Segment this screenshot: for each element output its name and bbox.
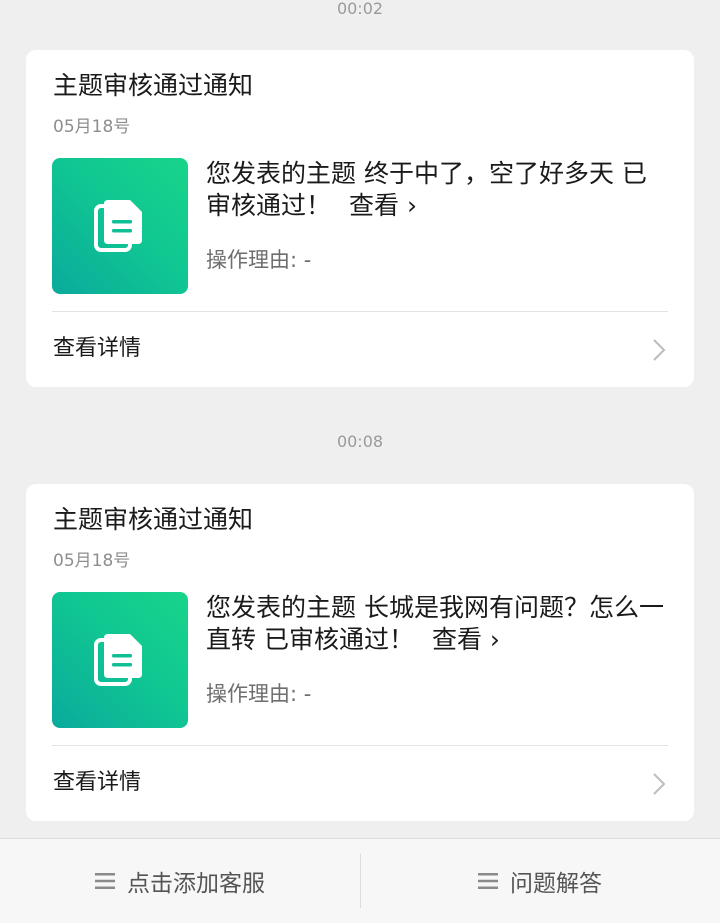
view-details-button[interactable]: 查看详情 xyxy=(26,746,694,821)
card-date: 05月18号 xyxy=(53,551,131,571)
card-message: 您发表的主题 长城是我网有问题？怎么一直转 已审核通过！ 查看 › xyxy=(206,592,666,656)
thumbnail[interactable] xyxy=(52,592,188,728)
card-title: 主题审核通过通知 xyxy=(53,71,254,100)
timestamp: 00:08 xyxy=(336,432,384,451)
view-details-label: 查看详情 xyxy=(53,770,142,795)
document-icon xyxy=(94,634,142,686)
add-customer-service-label: 点击添加客服 xyxy=(127,871,265,897)
card-title: 主题审核通过通知 xyxy=(53,505,254,534)
timestamp: 00:02 xyxy=(336,0,384,18)
reason-text: 操作理由: - xyxy=(206,682,312,706)
notification-card: 主题审核通过通知 05月18号 您发表的主题 长城是我网有问题？怎么一直转 已审… xyxy=(26,484,694,821)
card-message: 您发表的主题 终于中了，空了好多天 已审核通过！ 查看 › xyxy=(206,158,666,222)
menu-icon xyxy=(95,873,115,889)
view-link[interactable]: 查看 › xyxy=(432,625,500,654)
view-link[interactable]: 查看 › xyxy=(349,191,417,220)
message-feed: 00:02 主题审核通过通知 05月18号 您发表的主题 终于中了，空了好多天 … xyxy=(0,0,720,838)
reason-text: 操作理由: - xyxy=(206,248,312,272)
notification-card: 主题审核通过通知 05月18号 您发表的主题 终于中了，空了好多天 已审核通过！… xyxy=(26,50,694,387)
view-details-label: 查看详情 xyxy=(53,336,142,361)
add-customer-service-button[interactable]: 点击添加客服 xyxy=(0,839,360,923)
chevron-right-icon xyxy=(653,339,666,361)
bar-separator xyxy=(360,854,361,908)
view-details-button[interactable]: 查看详情 xyxy=(26,312,694,387)
menu-icon xyxy=(478,873,498,889)
thumbnail[interactable] xyxy=(52,158,188,294)
card-date: 05月18号 xyxy=(53,117,131,137)
chevron-right-icon xyxy=(653,773,666,795)
bottom-menu-bar: 点击添加客服 问题解答 xyxy=(0,838,720,923)
message-text: 您发表的主题 终于中了，空了好多天 已审核通过！ xyxy=(206,159,647,220)
faq-label: 问题解答 xyxy=(510,871,602,897)
document-icon xyxy=(94,200,142,252)
faq-button[interactable]: 问题解答 xyxy=(360,839,720,923)
